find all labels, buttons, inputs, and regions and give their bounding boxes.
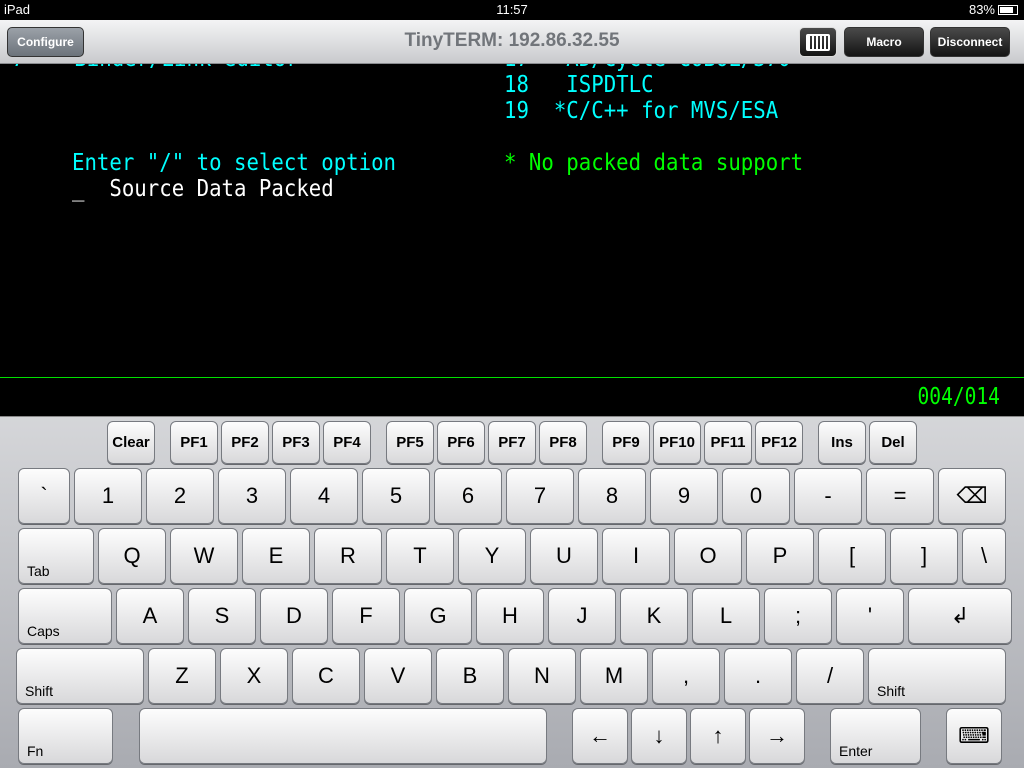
key-pf9[interactable]: PF9	[602, 421, 650, 464]
battery-icon	[998, 4, 1018, 15]
key-i[interactable]: I	[602, 528, 670, 584]
key-space[interactable]	[139, 708, 547, 764]
key-hide-keyboard[interactable]: ⌨	[946, 708, 1002, 764]
key-shift[interactable]: Shift	[868, 648, 1006, 704]
disconnect-button[interactable]: Disconnect	[930, 27, 1010, 57]
key-quote[interactable]: '	[836, 588, 904, 644]
key-pf7[interactable]: PF7	[488, 421, 536, 464]
key-v[interactable]: V	[364, 648, 432, 704]
key-0[interactable]: 0	[722, 468, 790, 524]
key-z[interactable]: Z	[148, 648, 216, 704]
key-tab[interactable]: Tab	[18, 528, 94, 584]
key-h[interactable]: H	[476, 588, 544, 644]
key-backslash[interactable]: \	[962, 528, 1006, 584]
key-t[interactable]: T	[386, 528, 454, 584]
key-fn[interactable]: Fn	[18, 708, 113, 764]
terminal-screen[interactable]: 7 *Binder/Link editor17 AD/Cycle COBOL/3…	[0, 20, 1024, 378]
terminal-line: _ Source Data Packed	[72, 176, 334, 202]
cursor-position: 004/014	[917, 384, 1000, 410]
key-4[interactable]: 4	[290, 468, 358, 524]
key-j[interactable]: J	[548, 588, 616, 644]
key-1[interactable]: 1	[74, 468, 142, 524]
terminal-line: Enter "/" to select option	[72, 150, 397, 176]
keyboard-toggle-button[interactable]	[799, 27, 837, 57]
key-3[interactable]: 3	[218, 468, 286, 524]
terminal-line: 19 *C/C++ for MVS/ESA	[504, 98, 779, 124]
key-8[interactable]: 8	[578, 468, 646, 524]
key-clear[interactable]: Clear	[107, 421, 155, 464]
terminal-line: 18 ISPDTLC	[504, 72, 654, 98]
key-n[interactable]: N	[508, 648, 576, 704]
key-ins[interactable]: Ins	[818, 421, 866, 464]
key-a[interactable]: A	[116, 588, 184, 644]
clock: 11:57	[496, 2, 528, 17]
terminal-line: * No packed data support	[504, 150, 804, 176]
key-arrow-left[interactable]: ←	[572, 708, 628, 764]
key-2[interactable]: 2	[146, 468, 214, 524]
key-e[interactable]: E	[242, 528, 310, 584]
key-left-bracket[interactable]: [	[818, 528, 886, 584]
key-c[interactable]: C	[292, 648, 360, 704]
key-arrow-down[interactable]: ↓	[631, 708, 687, 764]
key-pf6[interactable]: PF6	[437, 421, 485, 464]
key-backspace[interactable]: ⌫	[938, 468, 1006, 524]
key-pf11[interactable]: PF11	[704, 421, 752, 464]
key-5[interactable]: 5	[362, 468, 430, 524]
key-q[interactable]: Q	[98, 528, 166, 584]
key-f[interactable]: F	[332, 588, 400, 644]
key-k[interactable]: K	[620, 588, 688, 644]
key-s[interactable]: S	[188, 588, 256, 644]
key-g[interactable]: G	[404, 588, 472, 644]
key-pf10[interactable]: PF10	[653, 421, 701, 464]
key-right-bracket[interactable]: ]	[890, 528, 958, 584]
key-del[interactable]: Del	[869, 421, 917, 464]
on-screen-keyboard: Clear PF1 PF2 PF3 PF4 PF5 PF6 PF7 PF8 PF9 PF10 PF11…	[0, 416, 1024, 768]
key-d[interactable]: D	[260, 588, 328, 644]
key-w[interactable]: W	[170, 528, 238, 584]
key-pf8[interactable]: PF8	[539, 421, 587, 464]
keyboard-icon	[806, 33, 830, 51]
key-equals[interactable]: =	[866, 468, 934, 524]
key-pf5[interactable]: PF5	[386, 421, 434, 464]
key-u[interactable]: U	[530, 528, 598, 584]
key-caps[interactable]: Caps	[18, 588, 112, 644]
key-m[interactable]: M	[580, 648, 648, 704]
key-x[interactable]: X	[220, 648, 288, 704]
key-semicolon[interactable]: ;	[764, 588, 832, 644]
key-arrow-up[interactable]: ↑	[690, 708, 746, 764]
key-minus[interactable]: -	[794, 468, 862, 524]
status-divider	[0, 377, 1024, 378]
key-7[interactable]: 7	[506, 468, 574, 524]
key-shift[interactable]: Shift	[16, 648, 144, 704]
key-pf4[interactable]: PF4	[323, 421, 371, 464]
key-o[interactable]: O	[674, 528, 742, 584]
key-return[interactable]: ↲	[908, 588, 1012, 644]
key-period[interactable]: .	[724, 648, 792, 704]
status-bar: iPad 11:57 83%	[0, 0, 1024, 20]
key-pf1[interactable]: PF1	[170, 421, 218, 464]
key-backtick[interactable]: `	[18, 468, 70, 524]
key-arrow-right[interactable]: →	[749, 708, 805, 764]
key-r[interactable]: R	[314, 528, 382, 584]
macro-button[interactable]: Macro	[844, 27, 924, 57]
key-pf2[interactable]: PF2	[221, 421, 269, 464]
key-y[interactable]: Y	[458, 528, 526, 584]
key-slash[interactable]: /	[796, 648, 864, 704]
key-pf3[interactable]: PF3	[272, 421, 320, 464]
key-9[interactable]: 9	[650, 468, 718, 524]
key-6[interactable]: 6	[434, 468, 502, 524]
key-l[interactable]: L	[692, 588, 760, 644]
key-enter[interactable]: Enter	[830, 708, 921, 764]
battery-percent: 83%	[968, 2, 995, 17]
key-b[interactable]: B	[436, 648, 504, 704]
key-comma[interactable]: ,	[652, 648, 720, 704]
key-pf12[interactable]: PF12	[755, 421, 803, 464]
key-p[interactable]: P	[746, 528, 814, 584]
nav-bar: Configure TinyTERM: 192.86.32.55 Macro D…	[0, 20, 1024, 64]
